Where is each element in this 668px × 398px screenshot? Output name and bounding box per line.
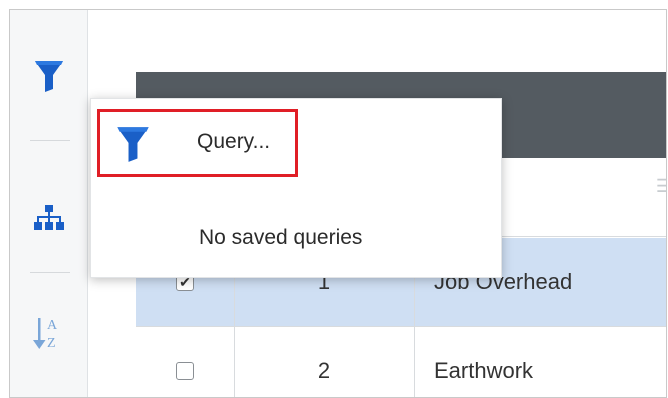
filter-icon <box>117 127 149 162</box>
menu-item-no-saved-queries: No saved queries <box>91 197 501 277</box>
column-filter-icon[interactable]: ☰ <box>656 176 666 197</box>
table-row[interactable]: 2 Earthwork <box>136 327 666 397</box>
left-toolbar: A Z <box>10 10 88 397</box>
hierarchy-button[interactable] <box>10 190 87 246</box>
sort-az-icon: A Z <box>32 318 58 351</box>
sort-label-a: A <box>47 318 58 333</box>
sort-az-button[interactable]: A Z <box>10 305 87 361</box>
toolbar-divider <box>30 272 70 273</box>
app-frame: A Z ☰ ✔ 1 Job Overhead 2 Earthwork <box>9 9 667 398</box>
query-dropdown-menu: Query... No saved queries <box>90 98 502 278</box>
row-number: 2 <box>234 327 415 397</box>
filter-button[interactable] <box>10 48 87 104</box>
menu-item-query[interactable]: Query... <box>91 99 501 187</box>
no-saved-queries-label: No saved queries <box>199 226 363 249</box>
row-checkbox[interactable] <box>176 362 194 380</box>
menu-item-query-label: Query... <box>197 130 271 153</box>
row-checkbox-cell[interactable] <box>136 327 235 397</box>
sort-label-z: Z <box>47 336 56 351</box>
filter-icon <box>34 61 63 92</box>
hierarchy-icon <box>33 205 64 230</box>
row-name: Earthwork <box>434 358 534 383</box>
toolbar-divider <box>30 140 70 141</box>
